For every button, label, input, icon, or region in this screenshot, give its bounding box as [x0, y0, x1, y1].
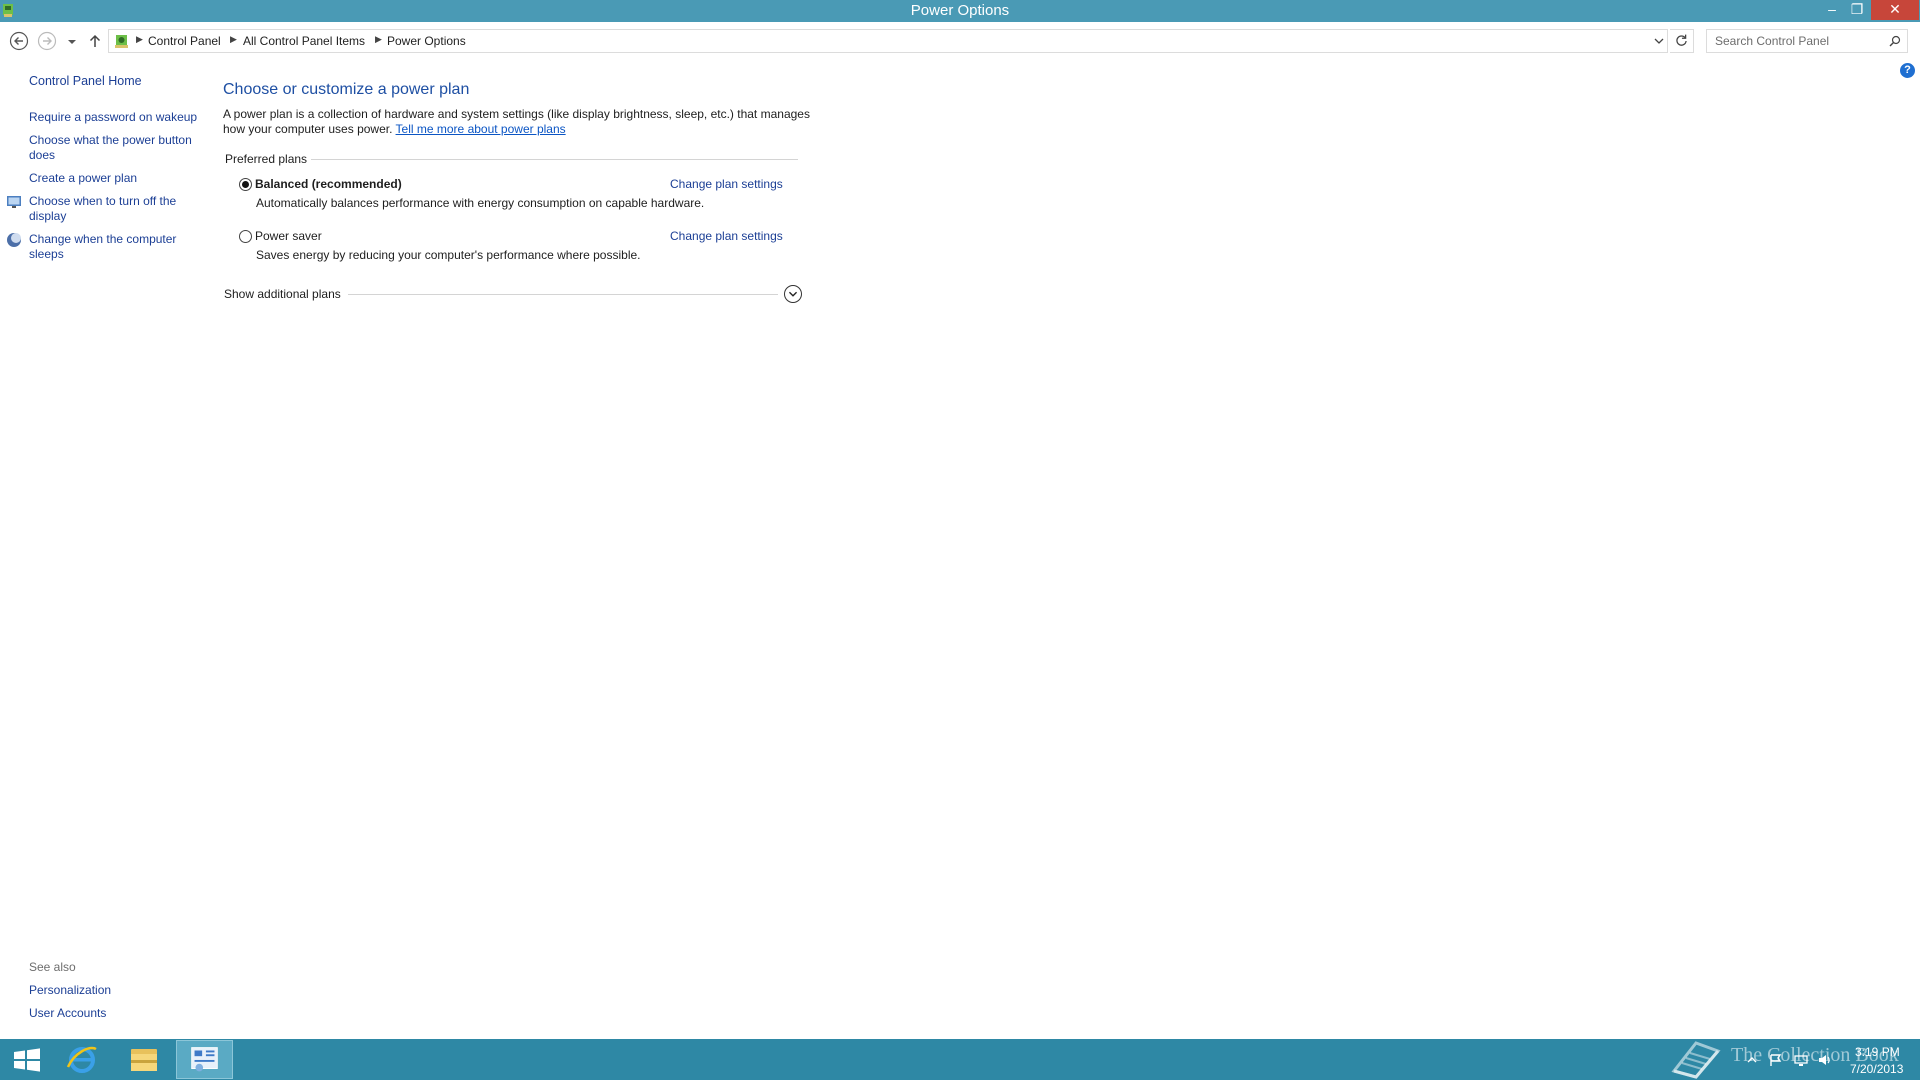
title-bar: Power Options – ❐ ✕ — [0, 0, 1920, 22]
require-password-link[interactable]: Require a password on wakeup — [29, 110, 199, 125]
balanced-plan-description: Automatically balances performance with … — [256, 196, 705, 210]
create-power-plan-link[interactable]: Create a power plan — [29, 171, 199, 186]
show-additional-plans-label[interactable]: Show additional plans — [224, 287, 341, 301]
navigation-bar: ▶ Control Panel ▶ All Control Panel Item… — [0, 22, 1920, 60]
intro-text: A power plan is a collection of hardware… — [223, 107, 813, 137]
maximize-button[interactable]: ❐ — [1845, 0, 1869, 20]
personalization-link[interactable]: Personalization — [29, 983, 111, 998]
action-center-icon[interactable] — [1768, 1053, 1784, 1067]
chevron-down-icon[interactable] — [1652, 34, 1666, 48]
breadcrumb-separator[interactable]: ▶ — [375, 34, 382, 45]
window-title: Power Options — [910, 2, 1010, 19]
up-arrow-icon[interactable] — [84, 30, 106, 52]
network-icon[interactable] — [1793, 1053, 1809, 1067]
display-icon — [7, 196, 21, 208]
volume-icon[interactable] — [1817, 1053, 1833, 1067]
sleep-icon — [7, 233, 21, 247]
turn-off-display-link[interactable]: Choose when to turn off the display — [29, 194, 189, 224]
clock-date[interactable]: 7/20/2013 — [1850, 1062, 1903, 1076]
refresh-icon[interactable] — [1670, 29, 1694, 53]
power-button-link[interactable]: Choose what the power button does — [29, 133, 199, 163]
search-placeholder: Search Control Panel — [1715, 34, 1830, 48]
book-icon — [1671, 1041, 1721, 1079]
breadcrumb-control-panel[interactable]: Control Panel — [148, 34, 221, 48]
clock-time[interactable]: 3:19 PM — [1855, 1045, 1900, 1059]
recent-pages-icon[interactable] — [64, 30, 80, 52]
power-saver-plan-name[interactable]: Power saver — [255, 229, 322, 243]
breadcrumb-power-options[interactable]: Power Options — [387, 34, 466, 48]
control-panel-home-link[interactable]: Control Panel Home — [29, 74, 142, 89]
close-button[interactable]: ✕ — [1871, 0, 1919, 20]
breadcrumb-separator[interactable]: ▶ — [230, 34, 237, 45]
power-saver-change-settings-link[interactable]: Change plan settings — [670, 229, 783, 243]
taskbar — [0, 1039, 1920, 1080]
search-input[interactable]: Search Control Panel — [1706, 29, 1908, 53]
power-saver-radio[interactable] — [239, 230, 252, 243]
power-saver-plan-description: Saves energy by reducing your computer's… — [256, 248, 641, 262]
tell-me-more-link[interactable]: Tell me more about power plans — [396, 122, 566, 136]
file-explorer-icon[interactable] — [116, 1040, 172, 1079]
preferred-plans-divider — [311, 159, 798, 160]
see-also-label: See also — [29, 960, 76, 974]
show-hidden-icons-icon[interactable] — [1744, 1053, 1760, 1067]
preferred-plans-label: Preferred plans — [225, 152, 308, 166]
chevron-down-icon[interactable] — [784, 285, 802, 303]
forward-arrow-icon[interactable] — [36, 30, 58, 52]
balanced-change-settings-link[interactable]: Change plan settings — [670, 177, 783, 191]
minimize-button[interactable]: – — [1820, 0, 1844, 20]
user-accounts-link[interactable]: User Accounts — [29, 1006, 106, 1021]
balanced-radio[interactable] — [239, 178, 252, 191]
internet-explorer-icon[interactable] — [54, 1040, 110, 1079]
help-icon[interactable]: ? — [1900, 63, 1915, 78]
balanced-plan-name[interactable]: Balanced (recommended) — [255, 177, 402, 191]
additional-plans-divider — [348, 294, 778, 295]
breadcrumb-separator[interactable]: ▶ — [136, 34, 143, 45]
control-panel-taskbar-icon[interactable] — [176, 1040, 233, 1079]
page-title: Choose or customize a power plan — [223, 81, 470, 98]
windows-logo-icon[interactable] — [0, 1040, 56, 1079]
breadcrumb-all-items[interactable]: All Control Panel Items — [243, 34, 365, 48]
search-icon[interactable] — [1889, 35, 1901, 47]
computer-sleeps-link[interactable]: Change when the computer sleeps — [29, 232, 189, 262]
address-bar[interactable]: ▶ Control Panel ▶ All Control Panel Item… — [108, 29, 1668, 53]
control-panel-icon — [115, 35, 128, 48]
back-arrow-icon[interactable] — [8, 30, 30, 52]
